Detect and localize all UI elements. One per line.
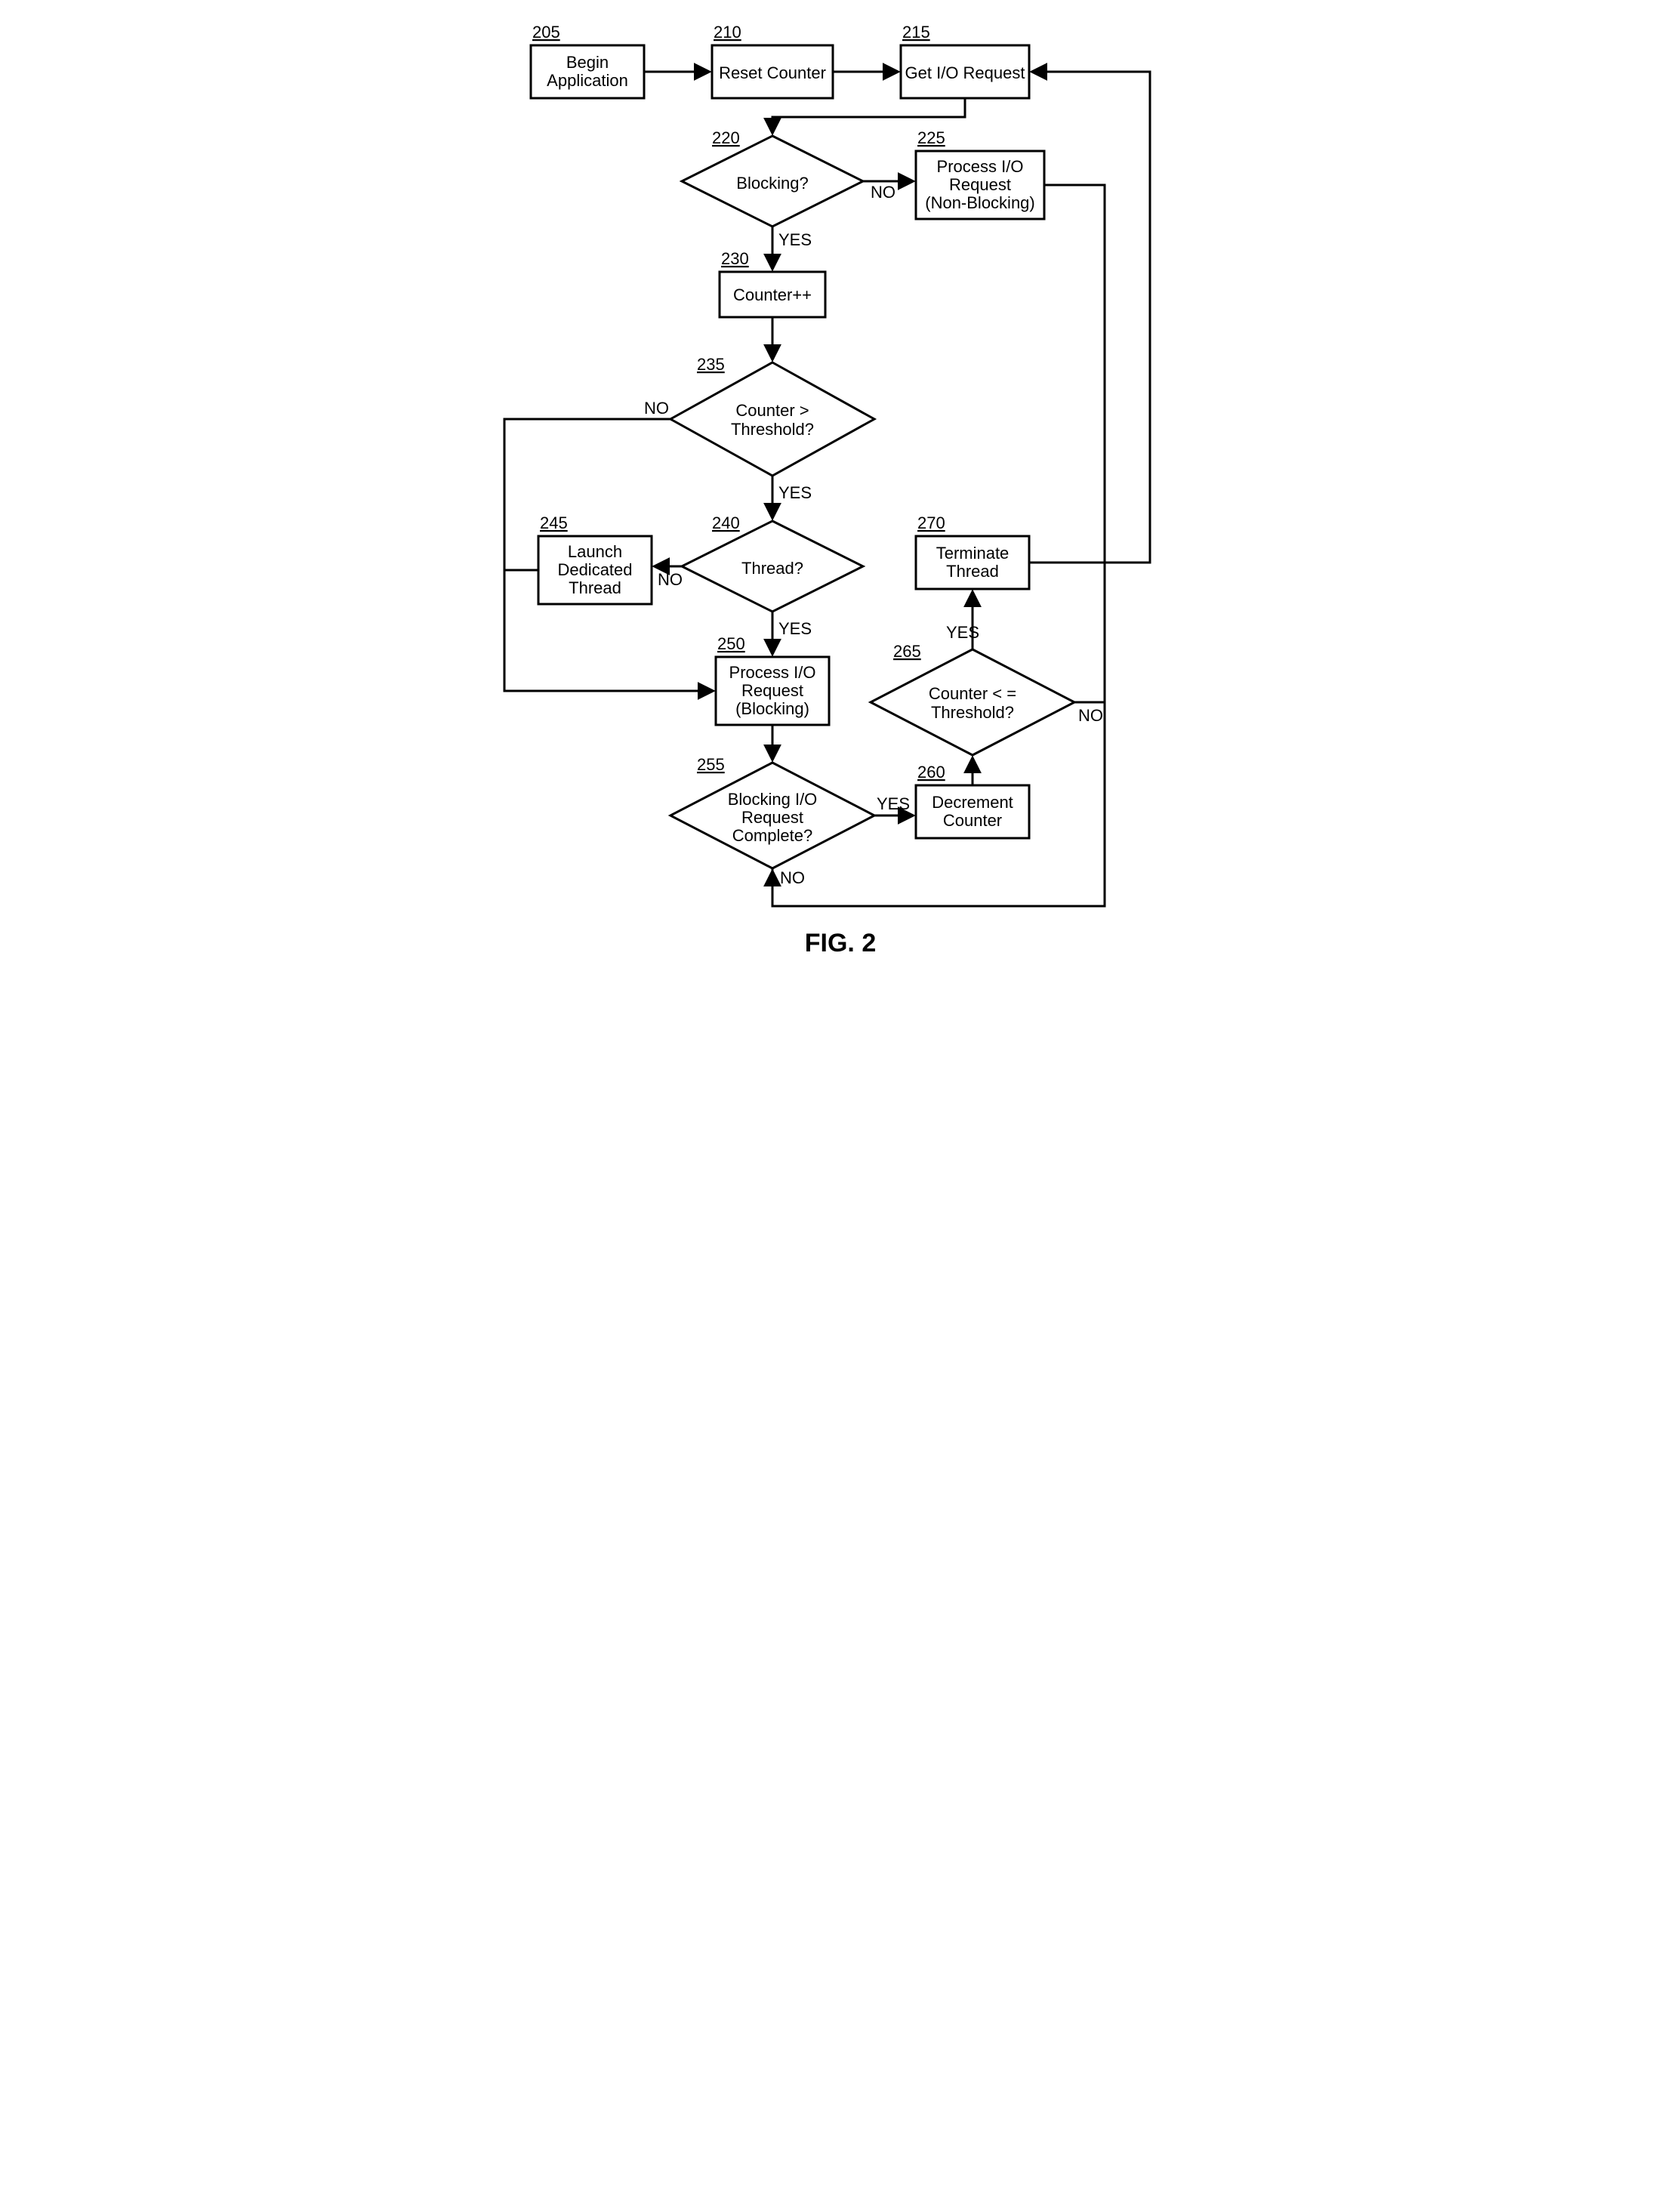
svg-text:Reset Counter: Reset Counter: [719, 63, 826, 82]
svg-text:Decrement: Decrement: [932, 793, 1013, 812]
svg-text:YES: YES: [946, 623, 979, 642]
svg-text:(Non-Blocking): (Non-Blocking): [925, 193, 1035, 212]
ref-245: 245: [540, 513, 568, 532]
ref-250: 250: [717, 634, 745, 653]
svg-text:NO: NO: [871, 183, 895, 202]
svg-text:Counter++: Counter++: [733, 285, 812, 304]
svg-text:Request: Request: [741, 681, 803, 700]
ref-210: 210: [714, 23, 741, 42]
svg-text:Process I/O: Process I/O: [936, 157, 1023, 176]
ref-260: 260: [917, 763, 945, 782]
svg-text:Thread?: Thread?: [741, 559, 803, 578]
svg-text:Thread: Thread: [569, 578, 621, 597]
svg-text:NO: NO: [780, 868, 805, 887]
svg-text:YES: YES: [877, 794, 910, 813]
svg-text:Process I/O: Process I/O: [729, 663, 815, 682]
svg-text:Thread: Thread: [946, 562, 999, 581]
ref-220: 220: [712, 128, 740, 147]
ref-230: 230: [721, 249, 749, 268]
ref-255: 255: [697, 755, 725, 774]
flowchart: 205 Begin Application 210 Reset Counter …: [463, 0, 1218, 982]
ref-265: 265: [893, 642, 921, 661]
figure-label: FIG. 2: [804, 929, 875, 957]
svg-text:YES: YES: [778, 619, 812, 638]
svg-text:Blocking I/O: Blocking I/O: [727, 790, 817, 809]
svg-text:Counter < =: Counter < =: [928, 684, 1016, 703]
edge-215-220: [772, 98, 965, 132]
svg-text:Request: Request: [741, 808, 803, 827]
svg-text:NO: NO: [644, 399, 669, 418]
svg-text:Threshold?: Threshold?: [930, 703, 1013, 722]
svg-text:Application: Application: [547, 71, 628, 90]
ref-225: 225: [917, 128, 945, 147]
svg-text:Dedicated: Dedicated: [557, 560, 632, 579]
svg-text:Counter >: Counter >: [735, 401, 809, 420]
svg-text:Blocking?: Blocking?: [736, 174, 808, 193]
svg-text:YES: YES: [778, 483, 812, 502]
ref-270: 270: [917, 513, 945, 532]
svg-text:Counter: Counter: [942, 811, 1001, 830]
svg-text:Threshold?: Threshold?: [730, 420, 813, 439]
svg-text:YES: YES: [778, 230, 812, 249]
ref-215: 215: [902, 23, 930, 42]
svg-text:(Blocking): (Blocking): [735, 699, 809, 718]
svg-text:Terminate: Terminate: [936, 544, 1009, 563]
ref-235: 235: [697, 355, 725, 374]
svg-text:NO: NO: [658, 570, 683, 589]
svg-text:Request: Request: [949, 175, 1011, 194]
ref-240: 240: [712, 513, 740, 532]
svg-text:Launch: Launch: [567, 542, 621, 561]
svg-text:NO: NO: [1078, 706, 1103, 725]
svg-text:Complete?: Complete?: [732, 826, 812, 845]
svg-text:Begin: Begin: [566, 53, 608, 72]
edge-270-215: [1029, 72, 1150, 563]
svg-text:Get I/O Request: Get I/O Request: [905, 63, 1025, 82]
ref-205: 205: [532, 23, 560, 42]
